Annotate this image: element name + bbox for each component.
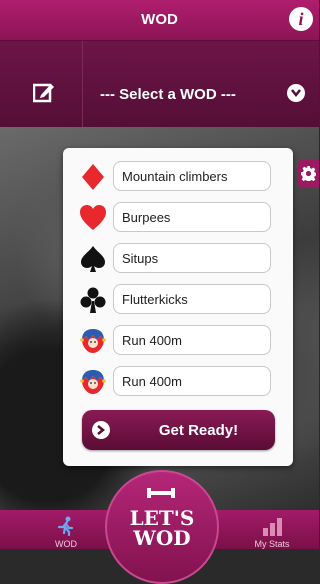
tab-label-my-stats: My Stats <box>254 539 290 549</box>
gear-icon <box>301 166 316 181</box>
bar-chart-icon <box>263 518 282 536</box>
runner-icon <box>57 516 74 536</box>
tab-my-stats[interactable]: My Stats <box>222 510 320 549</box>
exercise-row: Flutterkicks <box>63 281 293 317</box>
lets-wod-line2: WOD <box>133 526 191 550</box>
spade-suit-icon <box>81 246 105 272</box>
joker-suit-icon <box>80 329 106 353</box>
exercise-row: Burpees <box>63 199 293 235</box>
settings-tab[interactable] <box>298 160 319 188</box>
dumbbell-icon <box>147 488 175 498</box>
lets-wod-button[interactable]: LET'S WOD <box>105 470 219 584</box>
chevron-right-icon <box>92 421 110 439</box>
chevron-down-icon[interactable] <box>287 84 305 102</box>
wod-selector-bar[interactable]: --- Select a WOD --- <box>0 41 319 127</box>
exercise-card: Mountain climbers Burpees Situps Flutterkic… <box>63 148 293 466</box>
exercise-field[interactable]: Run 400m <box>113 366 271 396</box>
selector-divider <box>82 41 83 127</box>
exercise-row: Mountain climbers <box>63 158 293 194</box>
exercise-row: Run 400m <box>63 322 293 358</box>
wod-select-label[interactable]: --- Select a WOD --- <box>100 86 236 103</box>
diamond-suit-icon <box>82 164 104 190</box>
heart-suit-icon <box>80 205 106 230</box>
club-suit-icon <box>80 287 106 313</box>
exercise-row: Situps <box>63 240 293 276</box>
exercise-field[interactable]: Burpees <box>113 202 271 232</box>
info-button[interactable]: i <box>289 7 313 31</box>
get-ready-label: Get Ready! <box>158 422 239 439</box>
exercise-row: Run 400m <box>63 363 293 399</box>
exercise-field[interactable]: Flutterkicks <box>113 284 271 314</box>
exercise-field[interactable]: Run 400m <box>113 325 271 355</box>
get-ready-button[interactable]: Get Ready! <box>82 410 275 450</box>
page-title: WOD <box>141 11 178 28</box>
header-bar: WOD i <box>0 0 319 41</box>
exercise-field[interactable]: Situps <box>113 243 271 273</box>
tab-label-wod: WOD <box>55 539 77 549</box>
exercise-field[interactable]: Mountain climbers <box>113 161 271 191</box>
joker-suit-icon <box>80 370 106 394</box>
tab-wod[interactable]: WOD <box>16 510 116 549</box>
edit-icon[interactable] <box>33 81 55 103</box>
